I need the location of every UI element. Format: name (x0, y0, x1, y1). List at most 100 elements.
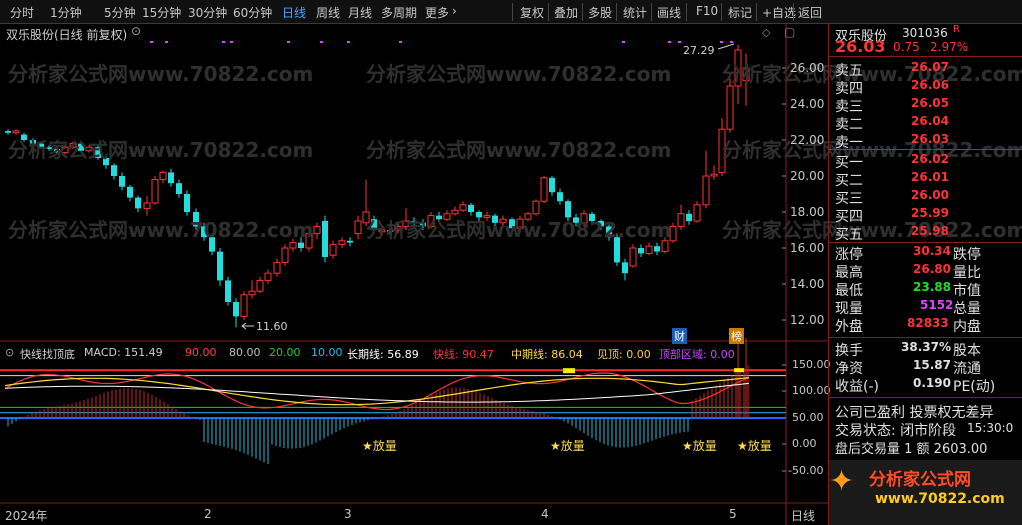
logo-text: 分析家公式网 (869, 470, 971, 490)
expand-icon[interactable]: ▢ (784, 25, 795, 39)
tab-5min[interactable]: 5分钟 (104, 4, 136, 21)
statistics-button[interactable]: 统计 (623, 4, 647, 21)
price-axis-label: 18.00 (790, 205, 825, 219)
stat-value: 26.80 (913, 262, 951, 276)
period-label[interactable]: 日线 (791, 507, 815, 524)
candle-body (459, 204, 467, 211)
trade-time: 15:30:0 (967, 421, 1014, 435)
tab-timeshare[interactable]: 分时 (10, 4, 34, 21)
candle-body (322, 221, 328, 257)
stat-label: 收益(-) (835, 379, 879, 395)
toolbar-divider (756, 3, 757, 21)
stat-value: 5152 (920, 298, 954, 312)
tab-15min[interactable]: 15分钟 (142, 4, 181, 21)
candle-body (217, 251, 223, 281)
watermark: 分析家公式网www.70822.com (366, 138, 672, 162)
candle-body (629, 247, 637, 267)
tab-30min[interactable]: 30分钟 (188, 4, 227, 21)
mid-line-value: 中期线: 86.04 (511, 348, 583, 361)
tab-daily[interactable]: 日线 (282, 4, 306, 21)
tab-1min[interactable]: 1分钟 (50, 4, 82, 21)
divider (829, 337, 1022, 338)
candle-body (654, 246, 660, 252)
signal-marker (287, 41, 290, 43)
candle-body (329, 243, 337, 256)
watermark: 分析家公式网www.70822.com (366, 218, 672, 242)
bid-label: 买二 (835, 173, 863, 189)
signal-marker (399, 41, 402, 43)
stat-value: 30.34 (913, 244, 951, 258)
high-price-label: 27.29 (683, 44, 715, 57)
candle-body (532, 200, 540, 215)
tab-weekly[interactable]: 周线 (316, 4, 340, 21)
signal-marker (720, 41, 723, 43)
ranking-badge[interactable]: 榜 (729, 328, 744, 344)
top-signal-marker (734, 368, 744, 373)
signal-marker (222, 41, 225, 43)
settings-icon[interactable]: ⊙ (131, 24, 141, 38)
back-button[interactable]: 返回 (798, 4, 822, 21)
candle-body (233, 302, 239, 317)
stat-value: 38.37% (901, 340, 951, 354)
price-axis-label: 22.00 (790, 133, 825, 147)
kline-chart-area[interactable]: 双乐股份(日线 前复权) ⊙ ◇ ▢ 分析家公式网www.70822.com 分… (0, 24, 1022, 525)
candle-body (540, 177, 548, 202)
restore-rights-button[interactable]: 复权 (520, 4, 544, 21)
diamond-icon[interactable]: ◇ (762, 26, 770, 39)
signal-marker (678, 41, 681, 43)
ask-label: 卖二 (835, 117, 863, 133)
stat-label: 最低 (835, 283, 863, 299)
candle-body (726, 85, 734, 130)
top-zone-value: 顶部区域: 0.00 (659, 348, 735, 361)
mark-button[interactable]: 标记 (728, 4, 752, 21)
bid-label: 买五 (835, 227, 863, 243)
date-axis-label: 5 (729, 507, 737, 521)
candle-body (638, 248, 644, 254)
indicator-name[interactable]: 快线找顶底 (20, 346, 75, 362)
signal-marker (730, 41, 733, 43)
bid-price: 26.02 (911, 152, 949, 166)
stat-label: 净资 (835, 361, 863, 377)
expand-indicator-icon[interactable]: ⊙ (5, 346, 14, 359)
tab-monthly[interactable]: 月线 (348, 4, 372, 21)
candle-body (248, 290, 256, 296)
chevron-right-icon[interactable]: › (452, 4, 457, 18)
candle-body (645, 245, 653, 254)
price-axis-label: 20.00 (790, 169, 825, 183)
top-signal-marker (563, 368, 575, 374)
candle-body (176, 183, 182, 194)
quote-panel: 双乐股份 301036 R 26.03 0.75 2.97% 卖五 26.07 … (828, 24, 1022, 525)
financial-badge[interactable]: 财 (672, 328, 687, 344)
watermark: 分析家公式网www.70822.com (8, 62, 314, 86)
indicator-value: 20.00 (269, 346, 301, 359)
company-info: 公司已盈利 投票权无差异 (835, 405, 994, 421)
candle-body (702, 175, 710, 206)
bid-price: 25.99 (911, 206, 949, 220)
bid-price: 26.01 (911, 170, 949, 184)
tab-more[interactable]: 更多 (425, 4, 449, 21)
overlay-button[interactable]: 叠加 (554, 4, 578, 21)
signal-marker (320, 41, 323, 43)
candle-body (557, 192, 563, 202)
watermark: 分析家公式网www.70822.com (8, 218, 314, 242)
price-axis-label: 12.00 (790, 313, 825, 327)
f10-button[interactable]: F10 (696, 4, 718, 18)
date-axis-label: 2 (204, 507, 212, 521)
ask-price: 26.04 (911, 114, 949, 128)
candle-body (184, 194, 190, 212)
draw-line-button[interactable]: 画线 (657, 4, 681, 21)
candle-body (710, 173, 718, 177)
tab-multi-period[interactable]: 多周期 (381, 4, 417, 21)
candle-body (347, 240, 353, 243)
multi-stock-button[interactable]: 多股 (588, 4, 612, 21)
volume-signal-label: ★放量 (550, 439, 585, 453)
price-axis-label: 26.00 (790, 61, 825, 75)
ask-label: 卖一 (835, 135, 863, 151)
ask-label: 卖四 (835, 81, 863, 97)
add-watchlist-button[interactable]: +自选 (762, 4, 796, 21)
stat-label: 内盘 (953, 319, 981, 335)
candle-body (240, 294, 248, 317)
tab-60min[interactable]: 60分钟 (233, 4, 272, 21)
ask-price: 26.03 (911, 132, 949, 146)
price-axis-label: 16.00 (790, 241, 825, 255)
